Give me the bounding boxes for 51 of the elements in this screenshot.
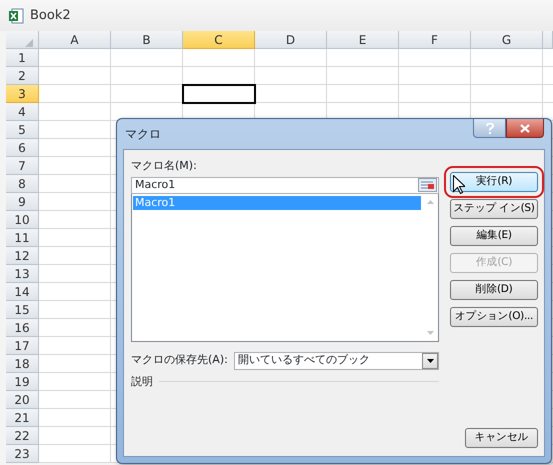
column-header[interactable]: D [255, 31, 327, 49]
corner-triangle-icon [25, 38, 33, 46]
row-header[interactable]: 23 [6, 445, 39, 463]
row-header[interactable]: 5 [6, 121, 39, 139]
row-header[interactable]: 4 [6, 103, 39, 121]
row-header[interactable]: 8 [6, 175, 39, 193]
description-label: 説明 [131, 374, 153, 390]
column-header[interactable]: C [183, 31, 255, 49]
row-header[interactable]: 9 [6, 193, 39, 211]
row-header[interactable]: 14 [6, 283, 39, 301]
window-title: Book2 [30, 6, 71, 25]
mouse-cursor-icon [453, 175, 465, 194]
row-header[interactable]: 11 [6, 229, 39, 247]
column-header[interactable]: E [327, 31, 399, 49]
range-picker-icon[interactable] [418, 178, 437, 192]
macro-action-button[interactable]: オプション(O)... [450, 307, 538, 327]
row-header[interactable]: 12 [6, 247, 39, 265]
spreadsheet-icon [8, 8, 24, 24]
macro-name-field[interactable]: Macro1 [131, 176, 439, 194]
close-icon [520, 124, 530, 132]
close-button[interactable] [506, 119, 544, 138]
help-button[interactable] [473, 119, 506, 138]
dialog-title: マクロ [125, 126, 161, 143]
column-header[interactable]: A [39, 31, 111, 49]
row-header[interactable]: 10 [6, 211, 39, 229]
row-header[interactable]: 13 [6, 265, 39, 283]
row-header[interactable]: 1 [6, 49, 39, 67]
row-header[interactable]: 15 [6, 301, 39, 319]
row-header[interactable]: 3 [6, 85, 39, 103]
storage-dropdown[interactable]: 開いているすべてのブック [234, 352, 439, 370]
macro-action-button[interactable]: 削除(D) [450, 280, 538, 300]
row-header[interactable]: 17 [6, 337, 39, 355]
row-header[interactable]: 16 [6, 319, 39, 337]
column-header[interactable]: F [399, 31, 471, 49]
column-header[interactable]: B [111, 31, 183, 49]
row-header[interactable]: 21 [6, 409, 39, 427]
row-header[interactable]: 2 [6, 67, 39, 85]
active-cell[interactable] [182, 84, 256, 104]
row-header[interactable]: 19 [6, 373, 39, 391]
column-header[interactable]: G [471, 31, 543, 49]
row-header[interactable]: 6 [6, 139, 39, 157]
storage-label: マクロの保存先(A): [131, 352, 228, 368]
question-mark-icon [486, 122, 494, 134]
row-header[interactable]: 22 [6, 427, 39, 445]
row-header[interactable]: 18 [6, 355, 39, 373]
macro-action-button[interactable]: ステップ イン(S) [450, 199, 538, 219]
macro-action-button[interactable]: 編集(E) [450, 226, 538, 246]
row-header[interactable]: 20 [6, 391, 39, 409]
row-header[interactable]: 7 [6, 157, 39, 175]
cancel-button[interactable]: キャンセル [465, 428, 538, 448]
macro-name-label: マクロ名(M): [131, 158, 198, 174]
